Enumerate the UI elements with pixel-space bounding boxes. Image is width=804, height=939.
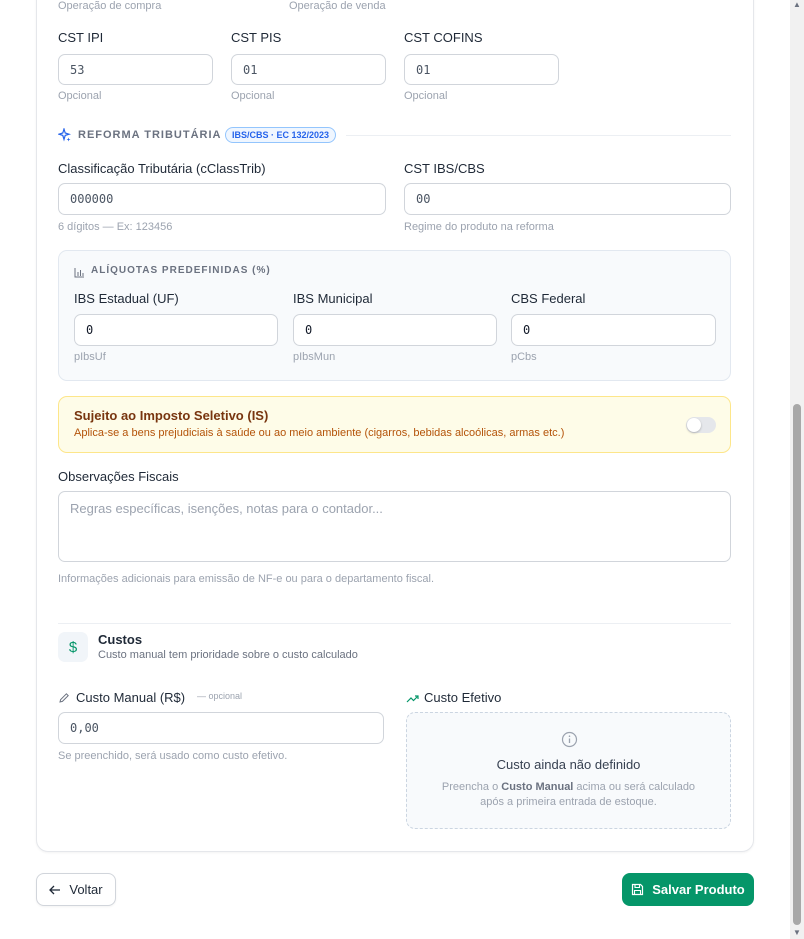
custo-efetivo-empty-title: Custo ainda não definido	[496, 757, 641, 772]
back-button[interactable]: Voltar	[36, 873, 116, 906]
cclasstrib-hint: 6 dígitos — Ex: 123456	[58, 221, 173, 233]
back-button-label: Voltar	[69, 882, 103, 897]
ibs-mun-hint: pIbsMun	[293, 351, 336, 363]
pencil-icon	[58, 691, 70, 703]
ibs-uf-hint: pIbsUf	[74, 351, 106, 363]
hint-operacao-compra: Operação de compra	[58, 0, 162, 12]
info-icon	[561, 731, 578, 748]
cst-ibs-label: CST IBS/CBS	[404, 161, 485, 176]
empty-pre: Preencha o	[441, 781, 502, 793]
cst-cofins-input[interactable]: 01	[404, 54, 559, 85]
cst-pis-input[interactable]: 01	[231, 54, 386, 85]
cst-ibs-input[interactable]: 00	[404, 183, 731, 215]
scrollbar-thumb[interactable]	[793, 404, 801, 925]
custo-efetivo-label: Custo Efetivo	[424, 690, 502, 705]
cst-cofins-label: CST COFINS	[404, 30, 483, 45]
custo-efetivo-empty-line1: Preencha o Custo Manual acima ou será ca…	[407, 781, 730, 793]
cclasstrib-label: Classificação Tributária (cClassTrib)	[58, 161, 266, 176]
ibs-mun-label: IBS Municipal	[293, 291, 373, 306]
ibs-uf-input[interactable]: 0	[74, 314, 278, 346]
save-product-button[interactable]: Salvar Produto	[622, 873, 754, 906]
custos-title: Custos	[98, 632, 143, 647]
empty-bold: Custo Manual	[501, 781, 574, 793]
aliquotas-title: ALÍQUOTAS PREDEFINIDAS (%)	[91, 265, 271, 276]
observacoes-textarea[interactable]: Regras específicas, isenções, notas para…	[58, 491, 731, 562]
cst-cofins-hint: Opcional	[404, 90, 448, 102]
ibs-mun-input[interactable]: 0	[293, 314, 497, 346]
observacoes-label: Observações Fiscais	[58, 469, 179, 484]
cst-ibs-hint: Regime do produto na reforma	[404, 221, 554, 233]
cbs-hint: pCbs	[511, 351, 537, 363]
cst-ipi-hint: Opcional	[58, 90, 102, 102]
ibs-uf-label: IBS Estadual (UF)	[74, 291, 179, 306]
scroll-up-arrow[interactable]: ▲	[792, 0, 802, 9]
cbs-label: CBS Federal	[511, 291, 586, 306]
dollar-icon: $	[58, 632, 88, 662]
bar-chart-icon	[74, 265, 85, 278]
imposto-seletivo-toggle[interactable]	[686, 417, 716, 433]
sparkles-icon	[57, 126, 71, 142]
custos-divider	[58, 623, 731, 624]
reforma-section-title: REFORMA TRIBUTÁRIA	[78, 129, 222, 141]
custo-manual-input[interactable]: 0,00	[58, 712, 384, 744]
empty-post: acima ou será calculado	[573, 781, 696, 793]
observacoes-hint: Informações adicionais para emissão de N…	[58, 573, 435, 585]
cst-ipi-input[interactable]: 53	[58, 54, 213, 85]
custo-manual-label: Custo Manual (R$)	[76, 690, 186, 705]
cst-ipi-label: CST IPI	[58, 30, 104, 45]
hint-operacao-venda: Operação de venda	[289, 0, 386, 12]
cst-pis-label: CST PIS	[231, 30, 282, 45]
imposto-seletivo-description: Aplica-se a bens prejudiciais à saúde ou…	[74, 427, 565, 439]
reforma-divider	[346, 135, 731, 136]
arrow-left-icon	[49, 885, 61, 895]
custos-subtitle: Custo manual tem prioridade sobre o cust…	[98, 649, 358, 661]
cbs-input[interactable]: 0	[511, 314, 716, 346]
save-button-label: Salvar Produto	[652, 882, 745, 897]
custo-efetivo-panel: Custo ainda não definido Preencha o Cust…	[406, 712, 731, 829]
custo-manual-hint: Se preenchido, será usado como custo efe…	[58, 750, 288, 762]
cst-pis-hint: Opcional	[231, 90, 275, 102]
imposto-seletivo-panel	[58, 396, 731, 453]
scroll-down-arrow[interactable]: ▼	[792, 928, 802, 937]
reforma-badge: IBS/CBS · EC 132/2023	[225, 127, 337, 143]
custo-manual-optional: — opcional	[197, 691, 243, 701]
trending-up-icon	[406, 691, 419, 703]
custo-efetivo-empty-line2: após a primeira entrada de estoque.	[480, 796, 657, 808]
save-icon	[631, 883, 644, 896]
cclasstrib-input[interactable]: 000000	[58, 183, 386, 215]
imposto-seletivo-title: Sujeito ao Imposto Seletivo (IS)	[74, 408, 269, 423]
